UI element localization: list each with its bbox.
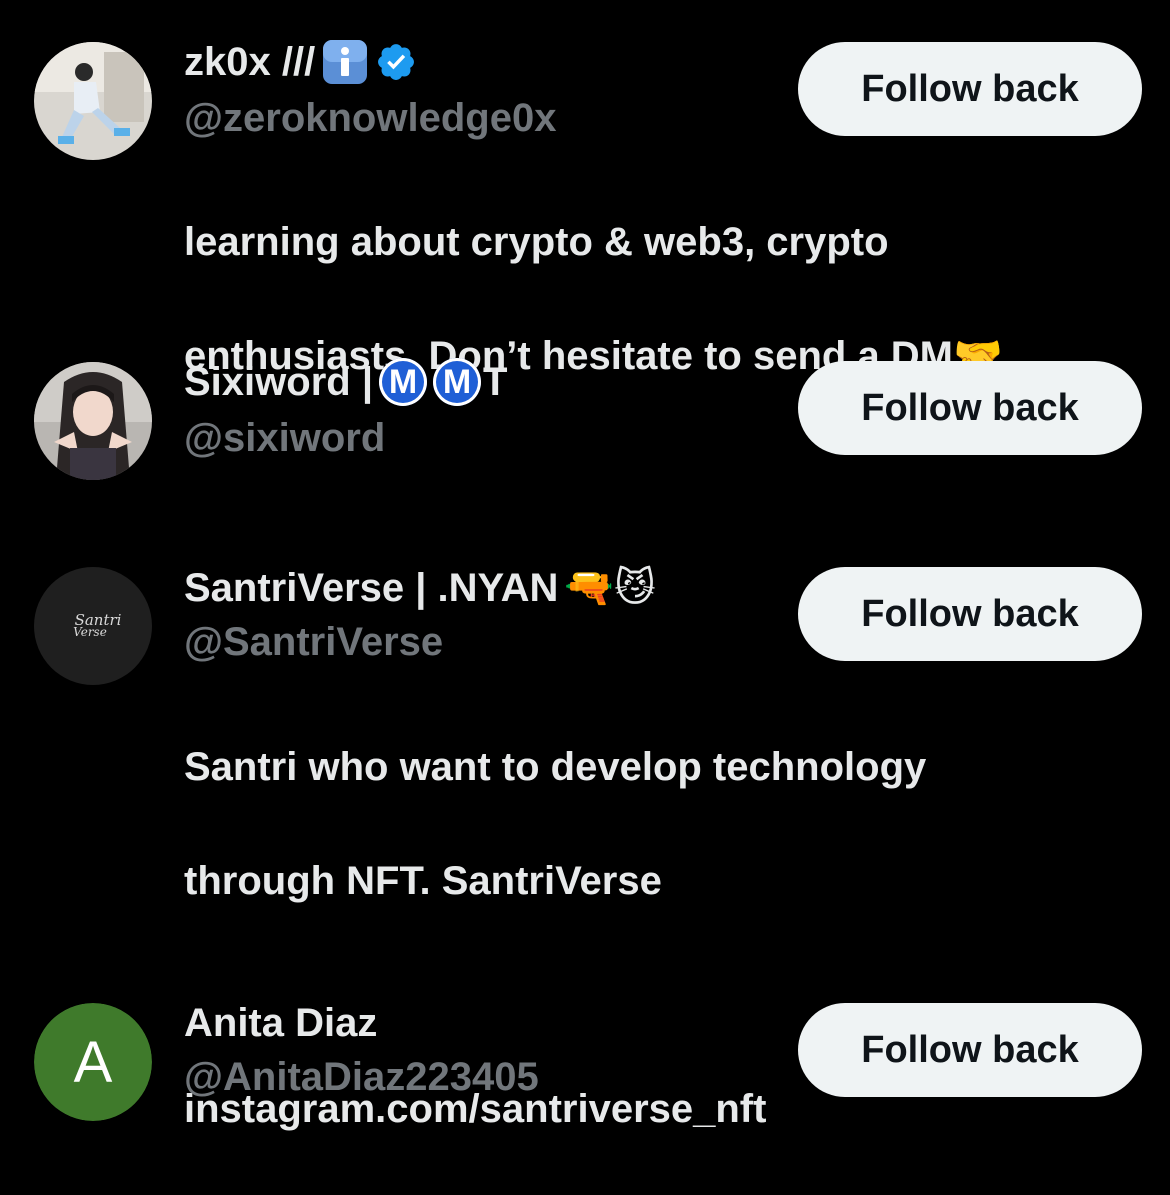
user-handle: @sixiword (184, 416, 386, 460)
verified-badge-icon (375, 41, 417, 83)
user-cell-anitadiaz223405[interactable]: A Anita Diaz @AnitaDiaz223405 Follow bac… (0, 960, 1170, 1164)
user-handle: @AnitaDiaz223405 (184, 1055, 539, 1099)
avatar[interactable] (34, 362, 152, 480)
display-name: Anita Diaz (184, 999, 377, 1047)
m-circle-icon: M (433, 358, 482, 406)
display-name: Sixiword | M M T (184, 358, 507, 406)
display-name: SantriVerse | .NYAN 🔫😼 (184, 564, 656, 612)
bio-line: through NFT. SantriVerse (184, 859, 662, 903)
santri-verse-logo: Santri Verse (73, 611, 122, 639)
display-name: zk0x /// (184, 38, 417, 86)
bio-line: Santri who want to develop technology (184, 745, 927, 789)
follow-back-button[interactable]: Follow back (798, 567, 1142, 661)
user-handle: @SantriVerse (184, 620, 444, 664)
avatar[interactable]: Santri Verse (34, 567, 152, 685)
display-name-text: zk0x /// (184, 40, 316, 84)
follow-back-button[interactable]: Follow back (798, 361, 1142, 455)
info-icon (321, 38, 369, 86)
user-handle: @zeroknowledge0x (184, 96, 557, 140)
m-circle-icon: M (379, 358, 428, 406)
display-name-text: Anita Diaz (184, 1001, 378, 1045)
display-name-text: SantriVerse | .NYAN (184, 566, 559, 610)
user-cell-santriverse[interactable]: Santri Verse SantriVerse | .NYAN 🔫😼 @San… (0, 540, 1170, 1131)
avatar-letter: A (34, 1003, 152, 1121)
display-name-text: Sixiword | (184, 360, 374, 404)
avatar[interactable]: A (34, 1003, 152, 1121)
follow-back-button[interactable]: Follow back (798, 42, 1142, 136)
user-cell-sixiword[interactable]: Sixiword | M M T @sixiword Follow back (0, 320, 1170, 540)
follow-back-button[interactable]: Follow back (798, 1003, 1142, 1097)
user-cell-zeroknowledge0x[interactable]: zk0x /// @zeroknowledge0x learning about… (0, 0, 1170, 378)
display-name-suffix: T (483, 360, 508, 404)
pistol-and-cat-emoji-icon: 🔫😼 (564, 566, 656, 610)
bio-line: learning about crypto & web3, crypto (184, 220, 889, 264)
avatar[interactable] (34, 42, 152, 160)
